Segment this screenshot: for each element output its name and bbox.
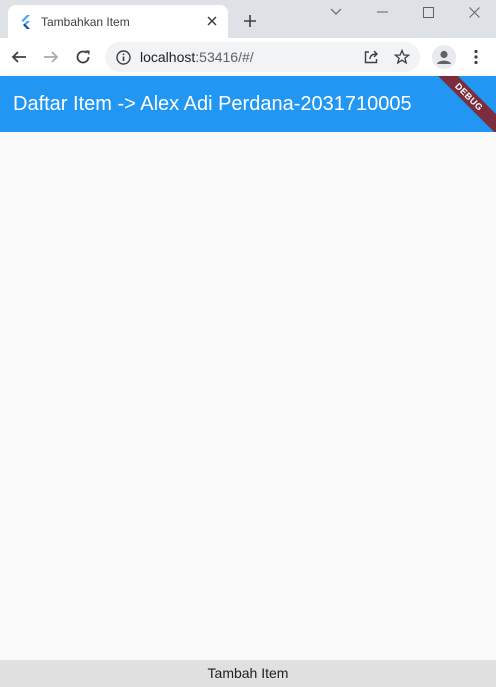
page-title: Daftar Item -> Alex Adi Perdana-20317100… bbox=[13, 93, 412, 115]
arrow-right-icon[interactable] bbox=[40, 46, 62, 68]
browser-tab[interactable]: Tambahkan Item bbox=[8, 5, 228, 38]
star-icon[interactable] bbox=[393, 48, 411, 66]
tab-search-chevron-icon[interactable] bbox=[313, 2, 359, 22]
url-host: localhost bbox=[140, 49, 196, 65]
three-dots-icon[interactable] bbox=[465, 46, 487, 68]
info-icon[interactable] bbox=[114, 48, 132, 66]
minimize-icon[interactable] bbox=[359, 2, 405, 22]
app-bar: Daftar Item -> Alex Adi Perdana-20317100… bbox=[0, 76, 496, 132]
maximize-icon[interactable] bbox=[405, 2, 451, 22]
profile-avatar[interactable] bbox=[432, 45, 456, 69]
url-text: localhost:53416/#/ bbox=[140, 49, 254, 65]
flutter-icon bbox=[18, 14, 34, 30]
reload-icon[interactable] bbox=[72, 46, 94, 68]
url-path: :53416/#/ bbox=[195, 49, 254, 65]
tab-title: Tambahkan Item bbox=[41, 15, 130, 29]
browser-toolbar: localhost:53416/#/ bbox=[0, 38, 496, 76]
add-item-button[interactable]: Tambah Item bbox=[0, 660, 496, 687]
debug-banner: DEBUG bbox=[425, 76, 496, 132]
address-bar[interactable]: localhost:53416/#/ bbox=[105, 42, 420, 72]
share-icon[interactable] bbox=[362, 48, 380, 66]
new-tab-icon[interactable] bbox=[240, 11, 260, 31]
arrow-left-icon[interactable] bbox=[8, 46, 30, 68]
close-window-icon[interactable] bbox=[451, 2, 496, 22]
item-list bbox=[0, 132, 496, 660]
close-tab-icon[interactable] bbox=[204, 13, 220, 29]
browser-tabstrip: Tambahkan Item bbox=[0, 0, 496, 38]
